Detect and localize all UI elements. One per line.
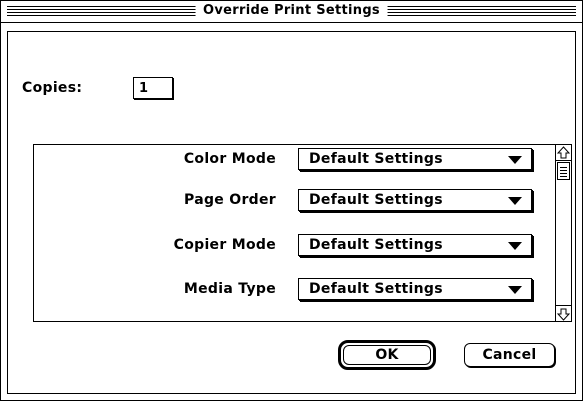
page-order-popup[interactable]: Default Settings xyxy=(298,189,532,211)
setting-label: Page Order xyxy=(184,192,276,208)
cancel-button[interactable]: Cancel xyxy=(464,343,555,367)
scroll-thumb[interactable] xyxy=(557,162,570,180)
setting-row-copier-mode: Copier Mode Default Settings xyxy=(34,231,556,259)
override-print-settings-dialog: Override Print Settings Copies: Color Mo… xyxy=(0,0,583,401)
scroll-up-arrow-icon[interactable] xyxy=(556,145,571,161)
triangle-down-icon xyxy=(508,286,522,294)
triangle-down-icon xyxy=(508,156,522,164)
copies-label: Copies: xyxy=(22,80,83,96)
popup-value: Default Settings xyxy=(309,192,443,208)
dialog-title: Override Print Settings xyxy=(195,2,388,20)
vertical-scrollbar[interactable] xyxy=(555,145,571,321)
settings-list: Color Mode Default Settings Page Order D… xyxy=(33,144,572,322)
setting-label: Media Type xyxy=(183,281,276,297)
media-type-popup[interactable]: Default Settings xyxy=(298,278,532,300)
setting-row-page-order: Page Order Default Settings xyxy=(34,186,556,214)
scroll-track[interactable] xyxy=(556,161,571,305)
copier-mode-popup[interactable]: Default Settings xyxy=(298,234,532,256)
ok-button-label: OK xyxy=(343,345,431,365)
title-bar[interactable]: Override Print Settings xyxy=(1,1,582,23)
popup-value: Default Settings xyxy=(309,151,443,167)
setting-row-color-mode: Color Mode Default Settings xyxy=(34,145,556,173)
settings-rows: Color Mode Default Settings Page Order D… xyxy=(34,145,556,321)
triangle-down-icon xyxy=(508,197,522,205)
triangle-down-icon xyxy=(508,242,522,250)
setting-label: Copier Mode xyxy=(173,237,276,253)
copies-input[interactable] xyxy=(133,77,173,99)
popup-value: Default Settings xyxy=(309,281,443,297)
color-mode-popup[interactable]: Default Settings xyxy=(298,148,532,170)
setting-row-media-type: Media Type Default Settings xyxy=(34,275,556,303)
ok-button[interactable]: OK xyxy=(338,340,436,370)
popup-value: Default Settings xyxy=(309,237,443,253)
setting-label: Color Mode xyxy=(183,151,276,167)
scroll-down-arrow-icon[interactable] xyxy=(556,305,571,321)
